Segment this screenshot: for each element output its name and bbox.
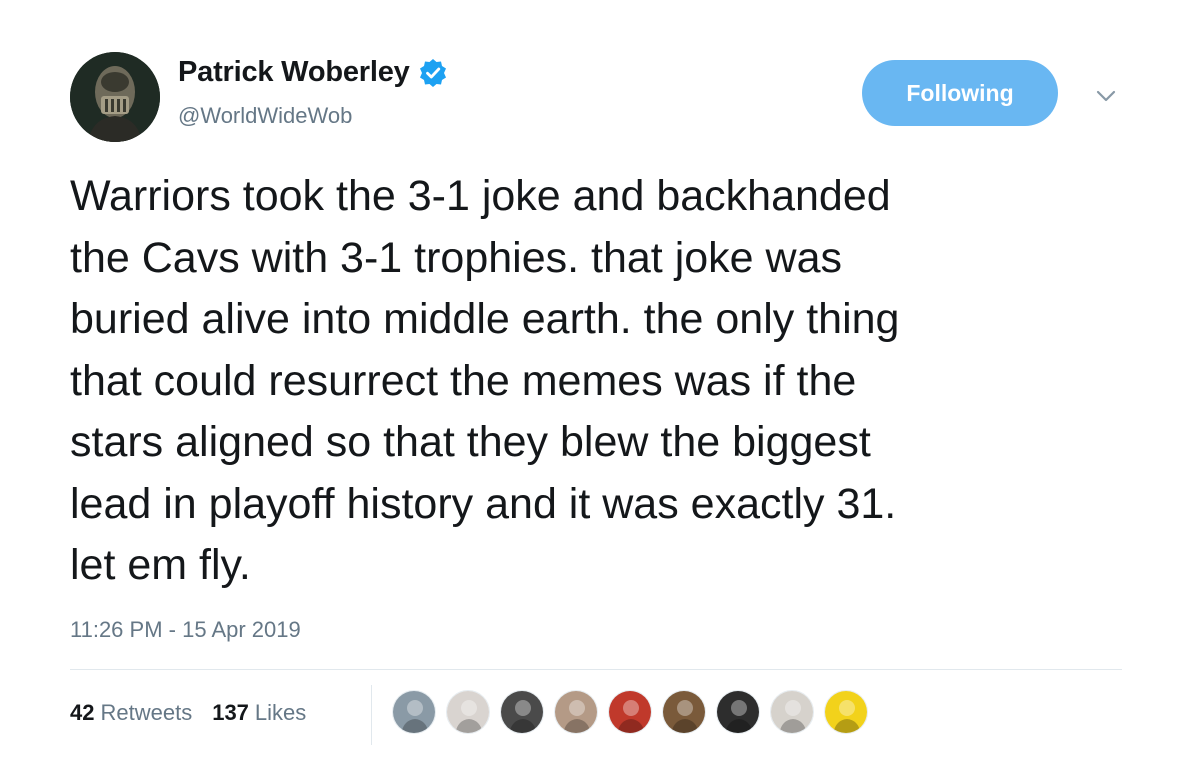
liker-avatar[interactable] (554, 690, 598, 734)
likes-count: 137 (212, 700, 249, 725)
user-avatar-icon (447, 691, 489, 733)
user-avatar-icon (555, 691, 597, 733)
tweet-timestamp[interactable]: 11:26 PM - 15 Apr 2019 (70, 617, 301, 643)
author-handle[interactable]: @WorldWideWob (178, 103, 352, 129)
retweets-stat[interactable]: 42 Retweets (70, 700, 192, 726)
user-avatar-icon (771, 691, 813, 733)
author-name[interactable]: Patrick Woberley (178, 56, 410, 89)
likes-stat[interactable]: 137 Likes (212, 700, 306, 726)
divider (70, 669, 1122, 670)
retweets-count: 42 (70, 700, 95, 725)
likers-avatars (392, 690, 878, 734)
user-avatar-icon (609, 691, 651, 733)
bane-mask-avatar-icon (70, 52, 160, 142)
user-avatar-icon (501, 691, 543, 733)
liker-avatar[interactable] (824, 690, 868, 734)
author-name-row: Patrick Woberley (178, 56, 448, 89)
following-button[interactable]: Following (862, 60, 1058, 126)
liker-avatar[interactable] (770, 690, 814, 734)
author-avatar[interactable] (70, 52, 160, 142)
user-avatar-icon (717, 691, 759, 733)
liker-avatar[interactable] (446, 690, 490, 734)
liker-avatar[interactable] (662, 690, 706, 734)
user-avatar-icon (825, 691, 867, 733)
retweets-label: Retweets (100, 700, 193, 725)
tweet-stats: 42 Retweets 137 Likes (70, 700, 306, 726)
tweet-text: Warriors took the 3-1 joke and backhande… (70, 172, 900, 589)
liker-avatar[interactable] (500, 690, 544, 734)
liker-avatar[interactable] (392, 690, 436, 734)
liker-avatar[interactable] (716, 690, 760, 734)
verified-badge-icon (418, 58, 448, 88)
likes-label: Likes (254, 700, 307, 725)
user-avatar-icon (663, 691, 705, 733)
chevron-down-icon[interactable] (1094, 84, 1118, 108)
stats-separator (371, 685, 372, 745)
user-avatar-icon (393, 691, 435, 733)
liker-avatar[interactable] (608, 690, 652, 734)
